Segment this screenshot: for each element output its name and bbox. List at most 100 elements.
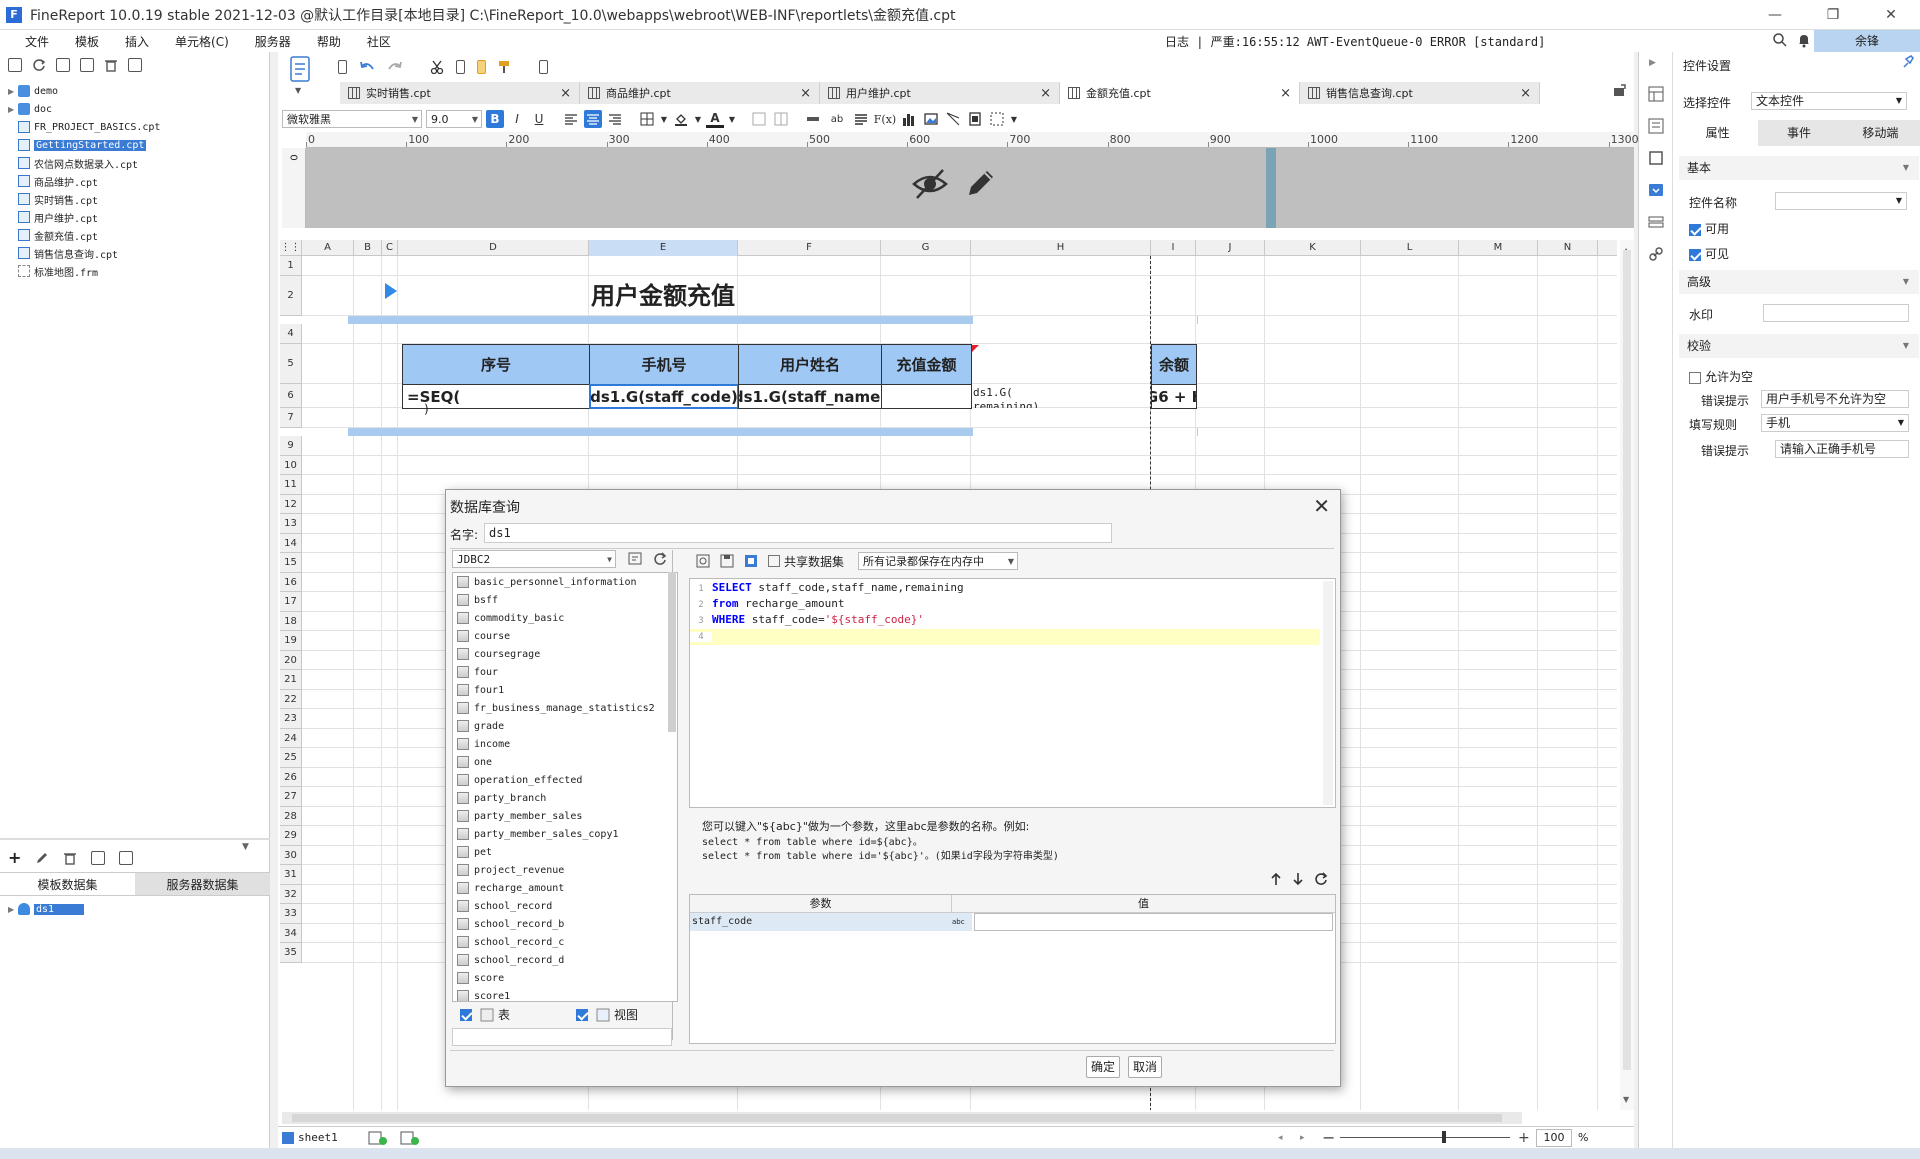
column-header-b[interactable]: B	[354, 240, 382, 256]
param-row[interactable]: staff_code abc	[690, 913, 1335, 931]
table-list-item[interactable]: pet	[453, 843, 677, 861]
enabled-checkbox[interactable]: 可用	[1689, 220, 1729, 237]
allow-empty-checkbox[interactable]: 允许为空	[1689, 368, 1753, 385]
row-header-4[interactable]: 4	[280, 324, 302, 344]
menu-server[interactable]: 服务器	[242, 33, 304, 50]
table-list-scrollbar[interactable]	[668, 572, 676, 732]
menu-template[interactable]: 模板	[62, 33, 112, 50]
insert-float-icon[interactable]	[988, 110, 1006, 128]
header-cell-1[interactable]: 手机号	[589, 344, 739, 385]
tree-item-map[interactable]: 标准地图.frm	[0, 262, 269, 280]
widget-type-select[interactable]: 文本控件 ▼	[1751, 92, 1907, 110]
dataset-item-ds1[interactable]: ▶ ds1	[0, 900, 85, 918]
rule-select[interactable]: 手机 ▼	[1761, 414, 1909, 432]
row-header-21[interactable]: 21	[280, 670, 302, 690]
move-down-icon[interactable]	[1292, 872, 1304, 886]
param-name-cell[interactable]: staff_code	[690, 913, 952, 931]
preview-icon[interactable]	[696, 554, 710, 568]
fill-color-icon[interactable]	[672, 110, 690, 128]
table-list-item[interactable]: commodity_basic	[453, 609, 677, 627]
collapse-down-icon[interactable]: ▼	[242, 842, 249, 852]
close-tab-icon[interactable]: ×	[1520, 86, 1531, 101]
header-cell-2[interactable]: 用户姓名	[738, 344, 882, 385]
chevron-down-icon[interactable]: ▼	[295, 86, 301, 95]
param-type-icon[interactable]: abc	[952, 913, 972, 931]
undo-icon[interactable]	[359, 60, 375, 74]
row-header-33[interactable]: 33	[280, 904, 302, 924]
cell-h6[interactable]: ds1.G( remaining)	[973, 386, 1149, 408]
chevron-down-icon[interactable]: ▼	[694, 110, 702, 128]
table-list-item[interactable]: school_record	[453, 897, 677, 915]
column-header-a[interactable]: A	[302, 240, 354, 256]
align-center-icon[interactable]	[584, 110, 602, 128]
checkbox-checked[interactable]	[460, 1008, 472, 1021]
menu-community[interactable]: 社区	[354, 33, 404, 50]
row-header-12[interactable]: 12	[280, 494, 302, 514]
table-list-item[interactable]: school_record_b	[453, 915, 677, 933]
tab-realtime-sales[interactable]: 实时销售.cpt ×	[340, 82, 580, 104]
tab-events[interactable]: 事件	[1758, 120, 1839, 146]
tree-item-user[interactable]: 用户维护.cpt	[0, 208, 269, 226]
add-dataset-button[interactable]: +	[8, 848, 21, 867]
table-list-item[interactable]: party_member_sales_copy1	[453, 825, 677, 843]
param-value-cell[interactable]	[974, 913, 1333, 931]
data-cell-0[interactable]: =SEQ(	[402, 384, 590, 409]
select-all-corner[interactable]: ⋮⋮	[280, 240, 302, 256]
parameter-pane-edge[interactable]	[1266, 148, 1276, 228]
chevron-right-icon[interactable]: ▶	[8, 87, 18, 96]
save-sql-icon[interactable]	[720, 554, 734, 568]
table-list-item[interactable]: recharge_amount	[453, 879, 677, 897]
tab-sales-query[interactable]: 销售信息查询.cpt ×	[1300, 82, 1540, 104]
row-header-1[interactable]: 1	[280, 256, 302, 276]
restore-button[interactable]: ❐	[1804, 0, 1862, 30]
table-search-input[interactable]	[452, 1028, 672, 1046]
table-list-item[interactable]: party_branch	[453, 789, 677, 807]
view-checkbox[interactable]: 视图	[576, 1006, 638, 1023]
cancel-button[interactable]: 取消	[1128, 1056, 1162, 1078]
tab-template-datasets[interactable]: 模板数据集	[0, 873, 135, 895]
memory-mode-select[interactable]: 所有记录都保存在内存中 ▼	[858, 552, 1019, 570]
row-header-23[interactable]: 23	[280, 709, 302, 729]
row-header-17[interactable]: 17	[280, 592, 302, 612]
row-header-27[interactable]: 27	[280, 787, 302, 807]
dataset-name-input[interactable]: ds1	[484, 523, 1112, 543]
visible-checkbox[interactable]: 可见	[1689, 245, 1729, 262]
column-header-n[interactable]: N	[1538, 240, 1598, 256]
insert-subreport-icon[interactable]	[966, 110, 984, 128]
data-cell-4[interactable]: =G6 + H6	[1151, 384, 1197, 409]
refresh-params-icon[interactable]	[1314, 872, 1328, 886]
user-name[interactable]: 余锋	[1814, 30, 1920, 52]
font-family-select[interactable]: 微软雅黑 ▼	[282, 110, 422, 128]
column-header-i[interactable]: I	[1151, 240, 1196, 256]
float-element-icon[interactable]	[1648, 150, 1664, 166]
italic-button[interactable]: I	[508, 110, 526, 128]
chevron-right-icon[interactable]: ▶	[8, 105, 18, 114]
table-list-item[interactable]: party_member_sales	[453, 807, 677, 825]
tab-properties[interactable]: 属性	[1677, 120, 1759, 146]
table-list-item[interactable]: four	[453, 663, 677, 681]
tree-item-demo[interactable]: ▶ demo	[0, 82, 269, 100]
vertical-scrollbar[interactable]: ▲ ▼	[1620, 240, 1634, 1110]
table-list-item[interactable]: four1	[453, 681, 677, 699]
merge-cells-icon[interactable]	[750, 110, 768, 128]
table-list-item[interactable]: basic_personnel_information	[453, 573, 677, 591]
column-header-d[interactable]: D	[398, 240, 589, 256]
insert-formula-icon[interactable]: F(x)	[874, 110, 896, 128]
close-tab-icon[interactable]: ×	[560, 86, 571, 101]
parameter-pane[interactable]	[306, 148, 1634, 228]
tab-recharge[interactable]: 金额充值.cpt ×	[1060, 82, 1300, 104]
chevron-down-icon[interactable]: ▼	[660, 110, 668, 128]
table-checkbox[interactable]: 表	[460, 1006, 510, 1023]
column-header-c[interactable]: C	[382, 240, 398, 256]
underline-button[interactable]: U	[530, 110, 548, 128]
menu-cell[interactable]: 单元格(C)	[162, 33, 242, 50]
row-header-22[interactable]: 22	[280, 689, 302, 709]
copy-cell-icon[interactable]	[456, 60, 465, 74]
zoom-slider[interactable]	[1340, 1137, 1510, 1138]
chevron-down-icon[interactable]: ▼	[728, 110, 736, 128]
open-folder-icon[interactable]	[8, 58, 22, 72]
row-header-9[interactable]: 9	[280, 436, 302, 456]
insert-row-icon[interactable]	[804, 110, 822, 128]
row-header-28[interactable]: 28	[280, 806, 302, 826]
log-status[interactable]: 日志 | 严重:16:55:12 AWT-EventQueue-0 ERROR …	[1165, 33, 1545, 50]
